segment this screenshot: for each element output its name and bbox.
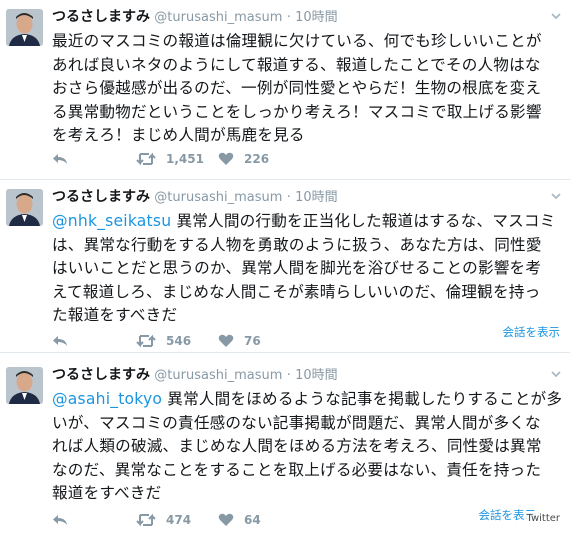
avatar[interactable] [6, 189, 43, 226]
separator: · [286, 190, 291, 205]
tweet-text: @nhk_seikatsu 異常人間の行動を正当化した報道はするな、マスコミ は… [52, 210, 564, 328]
chevron-down-icon[interactable] [550, 189, 562, 203]
reply-icon [53, 515, 67, 525]
retweet-icon [136, 513, 156, 527]
tweet-line: を考えろ！まじめ人間が馬鹿を見る [52, 126, 305, 145]
twitter-watermark: Twitter [524, 513, 562, 524]
tweet-header: つるさしますみ @turusashi_masum · 10時間 [52, 366, 338, 385]
like-button[interactable]: 226 [218, 152, 269, 166]
author-handle[interactable]: @turusashi_masum [154, 10, 282, 25]
retweet-count: 474 [166, 513, 192, 527]
tweet-card[interactable]: つるさしますみ @turusashi_masum · 10時間 @nhk_sei… [0, 180, 570, 353]
heart-icon [218, 152, 234, 165]
tweet-line: @nhk_seikatsu 異常人間の行動を正当化した報道はするな、マスコミ [52, 210, 564, 234]
reply-button[interactable] [52, 334, 68, 348]
tweet-header: つるさしますみ @turusashi_masum · 10時間 [52, 188, 338, 207]
avatar[interactable] [6, 367, 43, 404]
retweet-button[interactable]: 474 [136, 513, 191, 527]
retweet-button[interactable]: 546 [136, 334, 191, 348]
like-button[interactable]: 76 [218, 334, 261, 348]
chevron-down-icon[interactable] [550, 367, 562, 381]
tweet-line: @asahi_tokyo 異常人間をほめるような記事を掲載したりすることが多 [52, 388, 564, 412]
tweet-line: あれば良いネタのようにして報道する、報道したことでその人物はな [52, 55, 541, 74]
author-name[interactable]: つるさしますみ [52, 9, 150, 25]
mention-link[interactable]: @asahi_tokyo [52, 390, 162, 408]
avatar[interactable] [6, 9, 43, 46]
author-name[interactable]: つるさしますみ [52, 367, 150, 383]
reply-button[interactable] [52, 152, 68, 166]
tweet-line-text: 異常人間の行動を正当化した報道はするな、マスコミ [171, 212, 556, 230]
tweet-line: れば人類の破滅、まじめな人間をほめる方法を考えろ、同性愛は異常 [52, 437, 542, 456]
mention-link[interactable]: @nhk_seikatsu [52, 212, 171, 230]
retweet-icon [136, 334, 156, 348]
retweet-icon [136, 152, 156, 166]
tweet-line: る異常動物だということをしっかり考えろ！マスコミで取上げる影響 [52, 102, 542, 121]
like-count: 76 [244, 334, 261, 348]
tweet-line: えて報道しろ、まじめな人間こそが素晴らしいいのだ、倫理観を持っ [52, 282, 541, 301]
tweet-line: おさら優越感が出るのだ、一例が同性愛とやらだ！生物の根底を変え [52, 79, 542, 98]
tweet-line: 最近のマスコミの報道は倫理観に欠けている、何でも珍しいいことが [52, 32, 542, 50]
like-count: 226 [244, 152, 270, 166]
tweet-line: いが、マスコミの責任感のない記事掲載が問題だ、異常人間が多くな [52, 413, 541, 432]
timestamp[interactable]: 10時間 [295, 368, 338, 383]
timestamp[interactable]: 10時間 [295, 10, 338, 25]
like-button[interactable]: 64 [218, 513, 261, 527]
author-name[interactable]: つるさしますみ [52, 189, 150, 205]
tweet-text: 最近のマスコミの報道は倫理観に欠けている、何でも珍しいいことが あれば良いネタの… [52, 30, 564, 148]
tweet-card[interactable]: つるさしますみ @turusashi_masum · 10時間 @asahi_t… [0, 353, 570, 527]
tweet-line: た報道をすべきだ [52, 306, 178, 325]
reply-icon [53, 336, 67, 346]
timestamp[interactable]: 10時間 [295, 190, 338, 205]
separator: · [286, 10, 291, 25]
separator: · [286, 368, 291, 383]
tweet-line: なのだ、異常なことをすることを取上げる必要はない、責任を持った [52, 460, 542, 479]
tweet-line: は、異常な行動をする人物を勇敢のように扱う、あなた方は、同性愛 [52, 235, 542, 254]
tweet-text: @asahi_tokyo 異常人間をほめるような記事を掲載したりすることが多 い… [52, 388, 564, 506]
tweet-header: つるさしますみ @turusashi_masum · 10時間 [52, 8, 338, 27]
reply-icon [53, 154, 67, 164]
heart-icon [218, 513, 234, 526]
tweet-line-text: 異常人間をほめるような記事を掲載したりすることが多 [162, 390, 563, 408]
retweet-count: 1,451 [166, 152, 204, 166]
author-handle[interactable]: @turusashi_masum [154, 368, 282, 383]
reply-button[interactable] [52, 513, 68, 527]
retweet-button[interactable]: 1,451 [136, 152, 204, 166]
show-conversation-link[interactable]: 会話を表示 [503, 324, 561, 340]
chevron-down-icon[interactable] [550, 9, 562, 23]
tweet-line: 報道をすべきだ [52, 484, 162, 503]
heart-icon [218, 334, 234, 347]
retweet-count: 546 [166, 334, 192, 348]
tweet-card[interactable]: つるさしますみ @turusashi_masum · 10時間 最近のマスコミの… [0, 0, 570, 180]
author-handle[interactable]: @turusashi_masum [154, 190, 282, 205]
like-count: 64 [244, 513, 261, 527]
tweet-line: はいいことだと思うのか、異常人間を脚光を浴びせることの影響を考 [52, 259, 542, 278]
